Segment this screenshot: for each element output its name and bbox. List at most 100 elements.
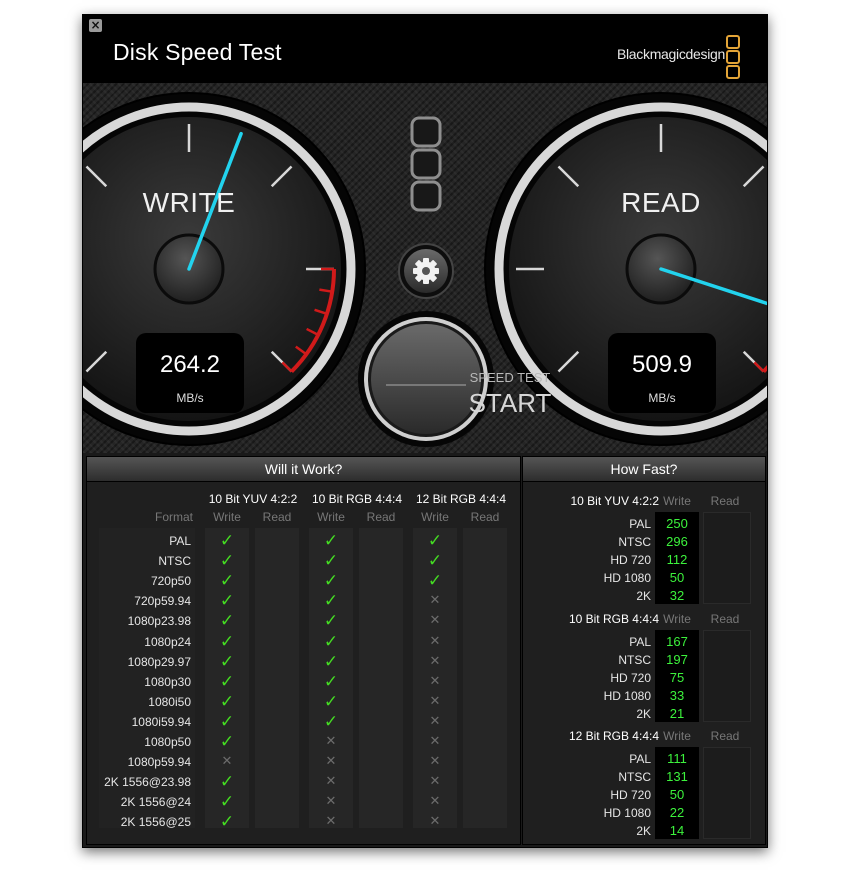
read-gauge-label: READ	[621, 187, 701, 218]
brand-name: Blackmagicdesign	[616, 46, 725, 62]
format-row-label: 1080p50	[144, 735, 191, 749]
read-speed-readout: 509.9 MB/s	[608, 333, 716, 413]
how-fast-panel: How Fast? 10 Bit YUV 4:2:2 Write Read PAL 25…	[522, 456, 766, 845]
write-speed-number: 50	[669, 570, 685, 585]
title-bar: × Disk Speed Test Blackmagicdesign	[83, 15, 767, 83]
cross-icon: ✕	[429, 673, 441, 689]
cross-icon: ✕	[429, 693, 441, 709]
checkmark-icon: ✓	[219, 671, 235, 692]
checkmark-icon: ✓	[323, 631, 339, 652]
speed-row-label: NTSC	[618, 535, 651, 549]
how-fast-table: 10 Bit YUV 4:2:2 Write Read PAL 250 NTSC 296 HD…	[523, 482, 765, 844]
write-speed-readout: 264.2 MB/s	[136, 333, 244, 413]
format-row-label: 2K 1556@23.98	[104, 775, 191, 790]
format-row-label: 2K 1556@24	[120, 795, 191, 810]
write-speed-number: 14	[669, 823, 685, 838]
write-speed-number: 112	[666, 552, 688, 567]
format-row-label: 1080p29.97	[127, 654, 191, 669]
checkmark-icon: ✓	[219, 732, 235, 752]
checkmark-icon: ✓	[323, 551, 339, 572]
start-button[interactable]: START	[465, 388, 555, 419]
checkmark-icon: ✓	[219, 631, 235, 652]
speed-row-label: 2K	[636, 707, 651, 721]
checkmark-icon: ✓	[323, 711, 339, 732]
speed-row-label: HD 720	[610, 671, 651, 685]
checkmark-icon: ✓	[323, 531, 339, 551]
write-speed-number: 111	[667, 751, 687, 766]
speed-group-header: 10 Bit RGB 4:4:4	[568, 612, 659, 626]
write-column-header: Write	[663, 729, 691, 743]
checkmark-icon: ✓	[219, 531, 235, 551]
checkmark-icon: ✓	[219, 772, 235, 793]
write-speed-number: 50	[669, 787, 685, 802]
preset-slot-icon[interactable]	[410, 116, 442, 212]
speed-row-label: NTSC	[618, 770, 651, 784]
checkmark-icon: ✓	[323, 571, 339, 592]
cross-icon: ✕	[429, 774, 441, 790]
format-row-label: 720p50	[150, 574, 191, 589]
read-column-bg	[359, 528, 403, 828]
write-speed-number: 131	[666, 769, 688, 784]
checkmark-icon: ✓	[427, 531, 443, 551]
checkmark-icon: ✓	[323, 651, 339, 672]
speed-row-label: 2K	[636, 589, 651, 603]
format-group-header: 12 Bit RGB 4:4:4	[415, 492, 507, 506]
cross-icon: ✕	[429, 633, 441, 649]
write-speed-number: 296	[666, 534, 688, 549]
write-speed-number: 167	[666, 634, 688, 649]
write-speed-number: 197	[666, 652, 688, 667]
speed-row-label: HD 720	[610, 788, 651, 802]
speed-row-label: PAL	[629, 635, 651, 649]
start-button-caption[interactable]: SPEED TEST	[465, 370, 555, 385]
read-column-bg	[463, 528, 507, 828]
cross-icon: ✕	[429, 593, 441, 609]
how-fast-title: How Fast?	[523, 457, 765, 482]
read-column-header: Read	[710, 494, 740, 508]
cross-icon: ✕	[429, 613, 441, 629]
write-column-header: Write	[663, 612, 691, 626]
cross-icon: ✕	[325, 794, 337, 810]
format-row-label: 1080p30	[144, 674, 191, 689]
read-column-header: Read	[262, 510, 292, 524]
format-row-label: 720p59.94	[134, 594, 191, 609]
format-group-header: 10 Bit YUV 4:2:2	[208, 492, 298, 506]
read-column-header: Read	[710, 729, 740, 743]
speed-group-header: 12 Bit RGB 4:4:4	[568, 729, 659, 743]
speed-row-label: HD 1080	[603, 806, 651, 820]
write-column-header: Write	[421, 510, 449, 524]
checkmark-icon: ✓	[219, 551, 235, 572]
checkmark-icon: ✓	[323, 671, 339, 692]
cross-icon: ✕	[325, 754, 337, 770]
checkmark-icon: ✓	[427, 571, 443, 592]
cross-icon: ✕	[429, 754, 441, 770]
cross-icon: ✕	[325, 774, 337, 790]
format-group-header: 10 Bit RGB 4:4:4	[311, 492, 403, 506]
brand-logo-icon	[726, 35, 740, 79]
write-speed-number: 22	[669, 805, 685, 820]
speed-row-label: 2K	[636, 824, 651, 838]
write-speed-number: 250	[666, 516, 688, 531]
format-row-label: 1080p24	[144, 634, 191, 649]
read-column-header: Read	[470, 510, 500, 524]
will-it-work-table: 10 Bit YUV 4:2:2 Write Read 10 Bit RGB 4:4:…	[87, 482, 520, 844]
checkmark-icon: ✓	[219, 812, 235, 833]
format-row-label: PAL	[169, 534, 191, 548]
read-values-box	[703, 747, 751, 839]
cross-icon: ✕	[429, 794, 441, 810]
speed-group-header: 10 Bit YUV 4:2:2	[570, 494, 660, 508]
close-icon[interactable]: ×	[89, 19, 102, 32]
gear-icon[interactable]	[398, 243, 454, 299]
checkmark-icon: ✓	[323, 691, 339, 712]
checkmark-icon: ✓	[219, 651, 235, 672]
format-header: Format	[154, 510, 193, 524]
format-row-label: 1080i59.94	[131, 714, 191, 729]
write-column-header: Write	[317, 510, 345, 524]
write-speed-number: 33	[669, 688, 685, 703]
checkmark-icon: ✓	[219, 711, 235, 732]
checkmark-icon: ✓	[219, 611, 235, 632]
checkmark-icon: ✓	[323, 611, 339, 632]
read-column-header: Read	[366, 510, 396, 524]
speed-row-label: HD 1080	[603, 689, 651, 703]
speed-row-label: PAL	[629, 517, 651, 531]
speed-row-label: PAL	[629, 752, 651, 766]
